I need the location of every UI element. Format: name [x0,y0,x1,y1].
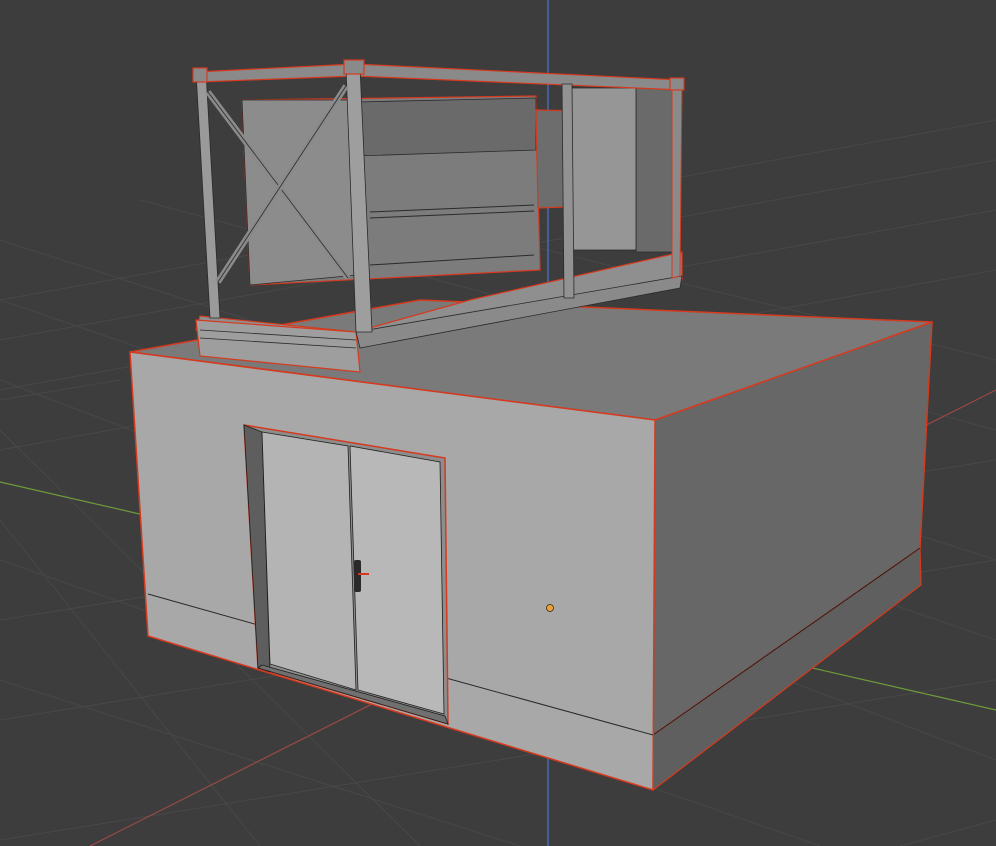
unit-right-panel [635,87,673,253]
object-origin-icon [546,604,554,612]
frame-post-front-left [195,71,221,319]
frame-top-rail [195,63,683,91]
door-left-leaf[interactable] [261,431,357,691]
door-handle-icon [354,560,361,592]
frame-post-back-right [671,79,683,279]
frame-corner-cap [669,77,685,91]
frame-corner-cap [192,67,208,83]
frame-post-mid [561,83,575,299]
door-right-leaf[interactable] [349,445,445,715]
viewport-canvas[interactable] [0,0,996,846]
3d-viewport[interactable] [0,0,996,846]
building-model[interactable] [129,299,933,792]
frame-corner-cap [343,59,365,75]
